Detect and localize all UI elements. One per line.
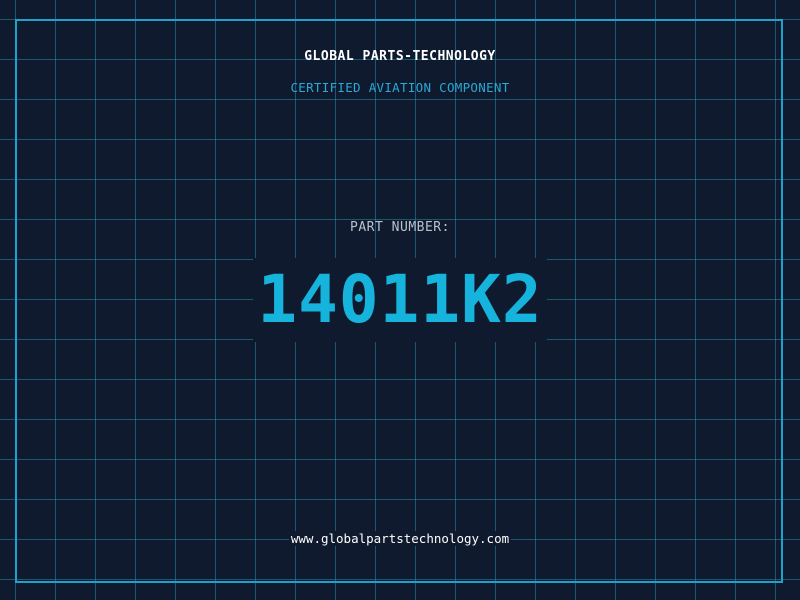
part-number-container: 14011K2	[0, 258, 800, 342]
part-number-label: PART NUMBER:	[350, 220, 450, 235]
website-container: www.globalpartstechnology.com	[0, 531, 800, 546]
certification-tagline: CERTIFIED AVIATION COMPONENT	[290, 80, 510, 95]
website-url: www.globalpartstechnology.com	[288, 531, 512, 546]
company-name: GLOBAL PARTS-TECHNOLOGY	[304, 49, 496, 64]
part-number-value: 14011K2	[253, 258, 547, 342]
